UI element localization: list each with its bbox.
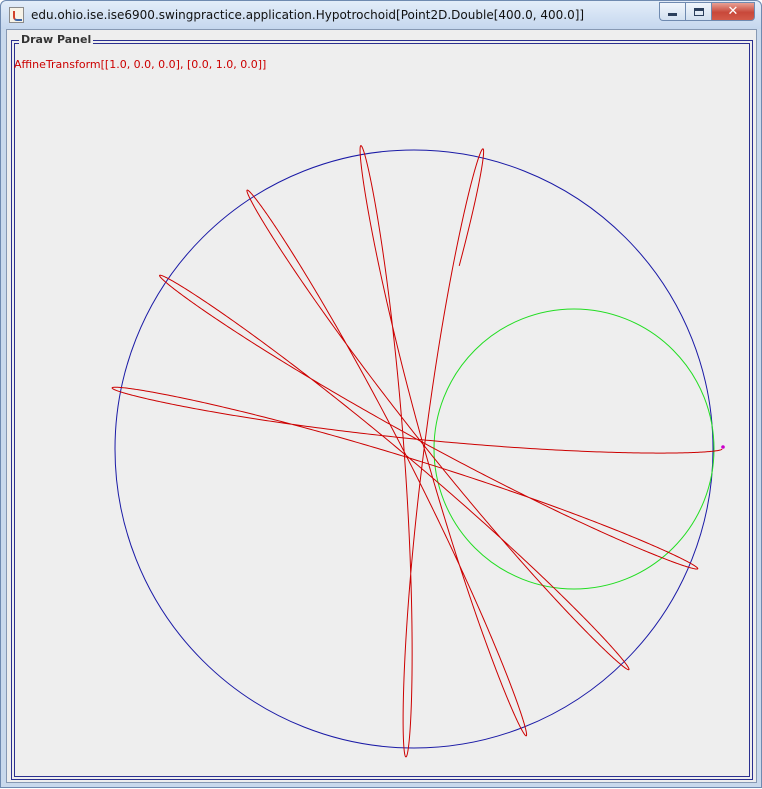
java-coffee-cup-icon[interactable] — [9, 7, 24, 23]
minimize-button[interactable] — [659, 2, 685, 21]
window-controls: ✕ — [659, 2, 755, 21]
content-pane: Draw Panel — [6, 29, 757, 783]
close-button[interactable]: ✕ — [711, 2, 755, 21]
title-bar[interactable]: edu.ohio.ise.ise6900.swingpractice.appli… — [1, 1, 761, 29]
maximize-icon — [693, 7, 704, 16]
draw-panel[interactable]: Draw Panel — [11, 32, 753, 780]
maximize-button[interactable] — [685, 2, 711, 21]
affine-transform-label: AffineTransform[[1.0, 0.0, 0.0], [0.0, 1… — [14, 58, 267, 71]
close-icon: ✕ — [727, 4, 739, 19]
minimize-icon — [668, 13, 677, 16]
draw-panel-title: Draw Panel — [19, 32, 94, 48]
window-title: edu.ohio.ise.ise6900.swingpractice.appli… — [31, 8, 585, 22]
draw-panel-border — [14, 43, 750, 777]
application-window: edu.ohio.ise.ise6900.swingpractice.appli… — [0, 0, 762, 788]
